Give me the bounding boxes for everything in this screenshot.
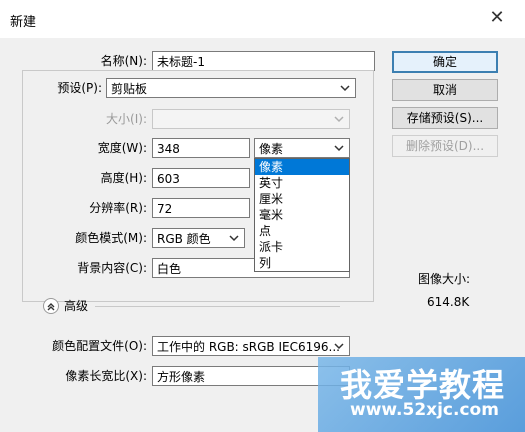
color-profile-value: 工作中的 RGB: sRGB IEC6196... — [157, 340, 340, 354]
delete-preset-button: 删除预设(D)... — [392, 135, 498, 157]
color-profile-select[interactable]: 工作中的 RGB: sRGB IEC6196... — [152, 336, 350, 356]
unit-option[interactable]: 派卡 — [255, 239, 349, 255]
unit-option[interactable]: 点 — [255, 223, 349, 239]
unit-option[interactable]: 厘米 — [255, 191, 349, 207]
image-size-value: 614.8K — [427, 295, 470, 309]
width-unit-value: 像素 — [259, 142, 284, 156]
advanced-divider — [95, 306, 340, 307]
save-preset-button[interactable]: 存储预设(S)... — [392, 107, 498, 129]
chevron-down-icon — [229, 235, 239, 242]
watermark-url: www.52xjc.com — [350, 400, 499, 420]
background-value: 白色 — [157, 262, 182, 276]
width-unit-select[interactable]: 像素 — [254, 138, 350, 158]
name-label: 名称(N): — [100, 54, 147, 68]
pixel-aspect-value: 方形像素 — [157, 370, 206, 384]
unit-dropdown-list: 像素 英寸 厘米 毫米 点 派卡 列 — [254, 158, 350, 272]
chevron-down-icon — [334, 145, 344, 152]
advanced-toggle[interactable] — [43, 298, 59, 314]
window-title: 新建 — [10, 15, 37, 30]
resolution-input[interactable]: 72 — [152, 198, 250, 218]
color-mode-label: 颜色模式(M): — [75, 231, 147, 245]
advanced-label: 高级 — [64, 299, 89, 313]
color-mode-select[interactable]: RGB 颜色 — [152, 228, 245, 248]
image-size-label: 图像大小: — [418, 272, 471, 286]
chevron-down-icon — [334, 116, 344, 123]
chevron-down-icon — [334, 343, 344, 350]
width-input[interactable]: 348 — [152, 138, 250, 158]
close-icon[interactable]: ✕ — [487, 8, 507, 28]
preset-select[interactable]: 剪贴板 — [106, 78, 356, 98]
pixel-aspect-label: 像素长宽比(X): — [65, 369, 147, 383]
size-label: 大小(I): — [106, 112, 147, 126]
color-profile-label: 颜色配置文件(O): — [52, 339, 147, 353]
chevron-up-icon — [47, 303, 55, 311]
height-input[interactable]: 603 — [152, 168, 250, 188]
cancel-button[interactable]: 取消 — [392, 79, 498, 101]
ok-button[interactable]: 确定 — [392, 51, 498, 73]
width-label: 宽度(W): — [97, 141, 147, 155]
unit-option[interactable]: 英寸 — [255, 175, 349, 191]
chevron-down-icon — [340, 85, 350, 92]
height-label: 高度(H): — [100, 171, 147, 185]
name-input[interactable]: 未标题-1 — [152, 51, 375, 71]
unit-option[interactable]: 像素 — [255, 159, 349, 175]
color-mode-value: RGB 颜色 — [157, 232, 211, 246]
preset-value: 剪贴板 — [111, 82, 148, 96]
unit-option[interactable]: 列 — [255, 255, 349, 271]
background-label: 背景内容(C): — [77, 261, 147, 275]
unit-option[interactable]: 毫米 — [255, 207, 349, 223]
resolution-label: 分辨率(R): — [89, 201, 147, 215]
size-select — [152, 109, 350, 129]
title-bar — [0, 0, 525, 38]
preset-label: 预设(P): — [57, 81, 102, 95]
